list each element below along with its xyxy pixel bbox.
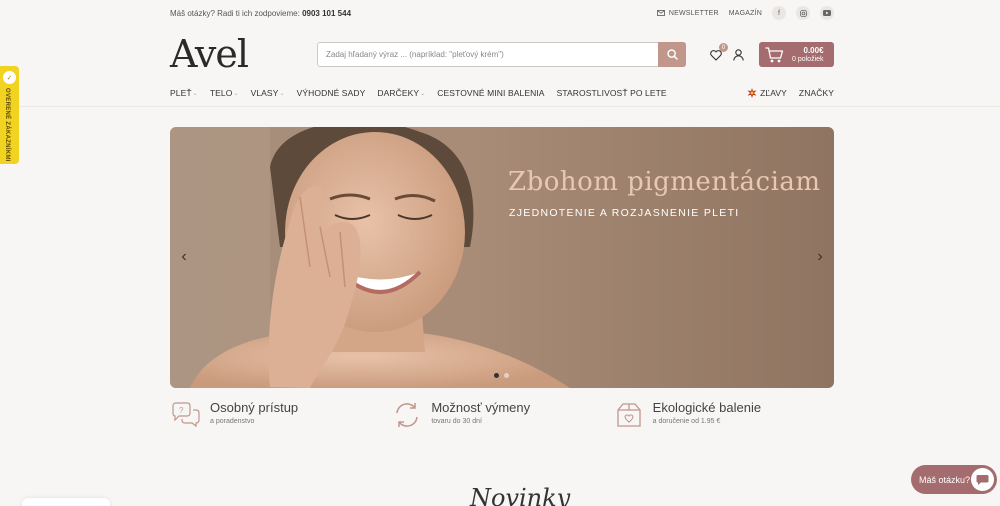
nav-item-cestovne-mini-balenia[interactable]: CESTOVNÉ MINI BALENIA	[437, 88, 544, 98]
nav-item-brands[interactable]: ZNAČKY	[799, 88, 834, 98]
hero-title: Zbohom pigmentáciam	[508, 167, 821, 197]
hero-subtitle: ZJEDNOTENIE A ROZJASNENIE PLETI	[509, 207, 740, 219]
chat-bubble-icon	[971, 468, 994, 491]
hero-slider[interactable]: Zbohom pigmentáciam ZJEDNOTENIE A ROZJAS…	[170, 127, 834, 388]
account-button[interactable]	[730, 47, 746, 63]
feature-title: Možnosť výmeny	[431, 400, 531, 415]
verified-customers-badge[interactable]: ✓ OVERENÉ ZÁKAZNÍKMI	[0, 66, 19, 164]
slider-dot[interactable]	[494, 373, 499, 378]
nav-item-vlasy[interactable]: VLASY ⌄	[251, 88, 285, 98]
phone-link[interactable]: 0903 101 544	[302, 9, 351, 18]
wishlist-count: 0	[719, 43, 728, 52]
cart-item-count: 0 položiek	[792, 55, 824, 63]
envelope-icon	[656, 10, 665, 16]
header: Avel 0 0.00€ 0 položiek	[170, 34, 834, 74]
contact-info: Máš otázky? Radi ti ich zodpovieme: 0903…	[170, 9, 351, 18]
main-nav: PLEŤ ⌄ TELO ⌄ VLASY ⌄ VÝHODNÉ SADY DARČEKY ⌄…	[170, 86, 834, 100]
chat-bubbles-icon: ?	[170, 400, 202, 430]
sale-tag-icon	[747, 88, 757, 98]
feature-subtitle: tovaru do 30 dní	[431, 418, 482, 425]
contact-question: Máš otázky? Radi ti ich zodpovieme:	[170, 8, 300, 18]
youtube-icon[interactable]	[820, 6, 834, 20]
slider-dot[interactable]	[504, 373, 509, 378]
wishlist-button[interactable]: 0	[708, 43, 728, 63]
header-divider	[0, 106, 1000, 107]
nav-item-starostlivost-po-lete[interactable]: STAROSTLIVOSŤ PO LETE	[557, 88, 667, 98]
feature-eco-packaging: Ekologické balenie a doručenie od 1.95 €	[613, 400, 834, 434]
chevron-down-icon: ⌄	[420, 90, 426, 97]
svg-text:?: ?	[179, 406, 184, 415]
feature-subtitle: a doručenie od 1.95 €	[652, 418, 721, 425]
feature-subtitle: a poradenstvo	[210, 418, 255, 425]
slider-dots	[494, 373, 509, 378]
search-input[interactable]	[318, 43, 658, 66]
chevron-down-icon: ⌄	[279, 90, 285, 97]
magazine-link[interactable]: MAGAZÍN	[729, 10, 762, 17]
feature-exchange: Možnosť výmeny tovaru do 30 dní	[391, 400, 612, 434]
feature-title: Osobný prístup	[210, 400, 299, 415]
chat-button[interactable]: Máš otázku?	[911, 465, 997, 494]
badge-label: OVERENÉ ZÁKAZNÍKMI	[4, 88, 10, 162]
chevron-down-icon: ⌄	[192, 90, 198, 97]
nav-item-darceky[interactable]: DARČEKY ⌄	[377, 88, 425, 98]
nav-item-sale[interactable]: ZĽAVY	[747, 88, 787, 98]
chevron-down-icon: ⌄	[233, 90, 239, 97]
feature-title: Ekologické balenie	[652, 400, 762, 415]
chat-label: Máš otázku?	[919, 474, 971, 485]
exchange-arrows-icon	[391, 400, 423, 430]
user-icon	[732, 49, 744, 61]
section-title: Novinky	[470, 484, 571, 506]
facebook-icon[interactable]: f	[772, 6, 786, 20]
search-box	[317, 42, 686, 67]
newsletter-link[interactable]: NEWSLETTER	[656, 9, 719, 17]
eco-box-icon	[613, 400, 645, 430]
logo[interactable]: Avel	[170, 34, 249, 74]
cart-total: 0.00€	[803, 45, 824, 55]
instagram-icon[interactable]	[796, 6, 810, 20]
cart-button[interactable]: 0.00€ 0 položiek	[759, 42, 834, 67]
newsletter-label: NEWSLETTER	[668, 9, 719, 17]
chevron-right-icon[interactable]: ›	[812, 249, 828, 265]
top-bar: Máš otázky? Radi ti ich zodpovieme: 0903…	[170, 0, 834, 26]
verified-check-icon: ✓	[3, 71, 16, 84]
nav-item-plet[interactable]: PLEŤ ⌄	[170, 88, 198, 98]
cart-icon	[765, 46, 784, 62]
search-icon	[666, 49, 678, 60]
feature-personal-approach: ? Osobný prístup a poradenstvo	[170, 400, 391, 434]
chevron-left-icon[interactable]: ‹	[176, 249, 192, 265]
cookie-panel	[22, 498, 110, 506]
nav-item-vyhodne-sady[interactable]: VÝHODNÉ SADY	[297, 88, 366, 98]
features-bar: ? Osobný prístup a poradenstvo Možnosť v…	[170, 400, 834, 434]
nav-item-telo[interactable]: TELO ⌄	[210, 88, 239, 98]
search-button[interactable]	[658, 42, 686, 67]
